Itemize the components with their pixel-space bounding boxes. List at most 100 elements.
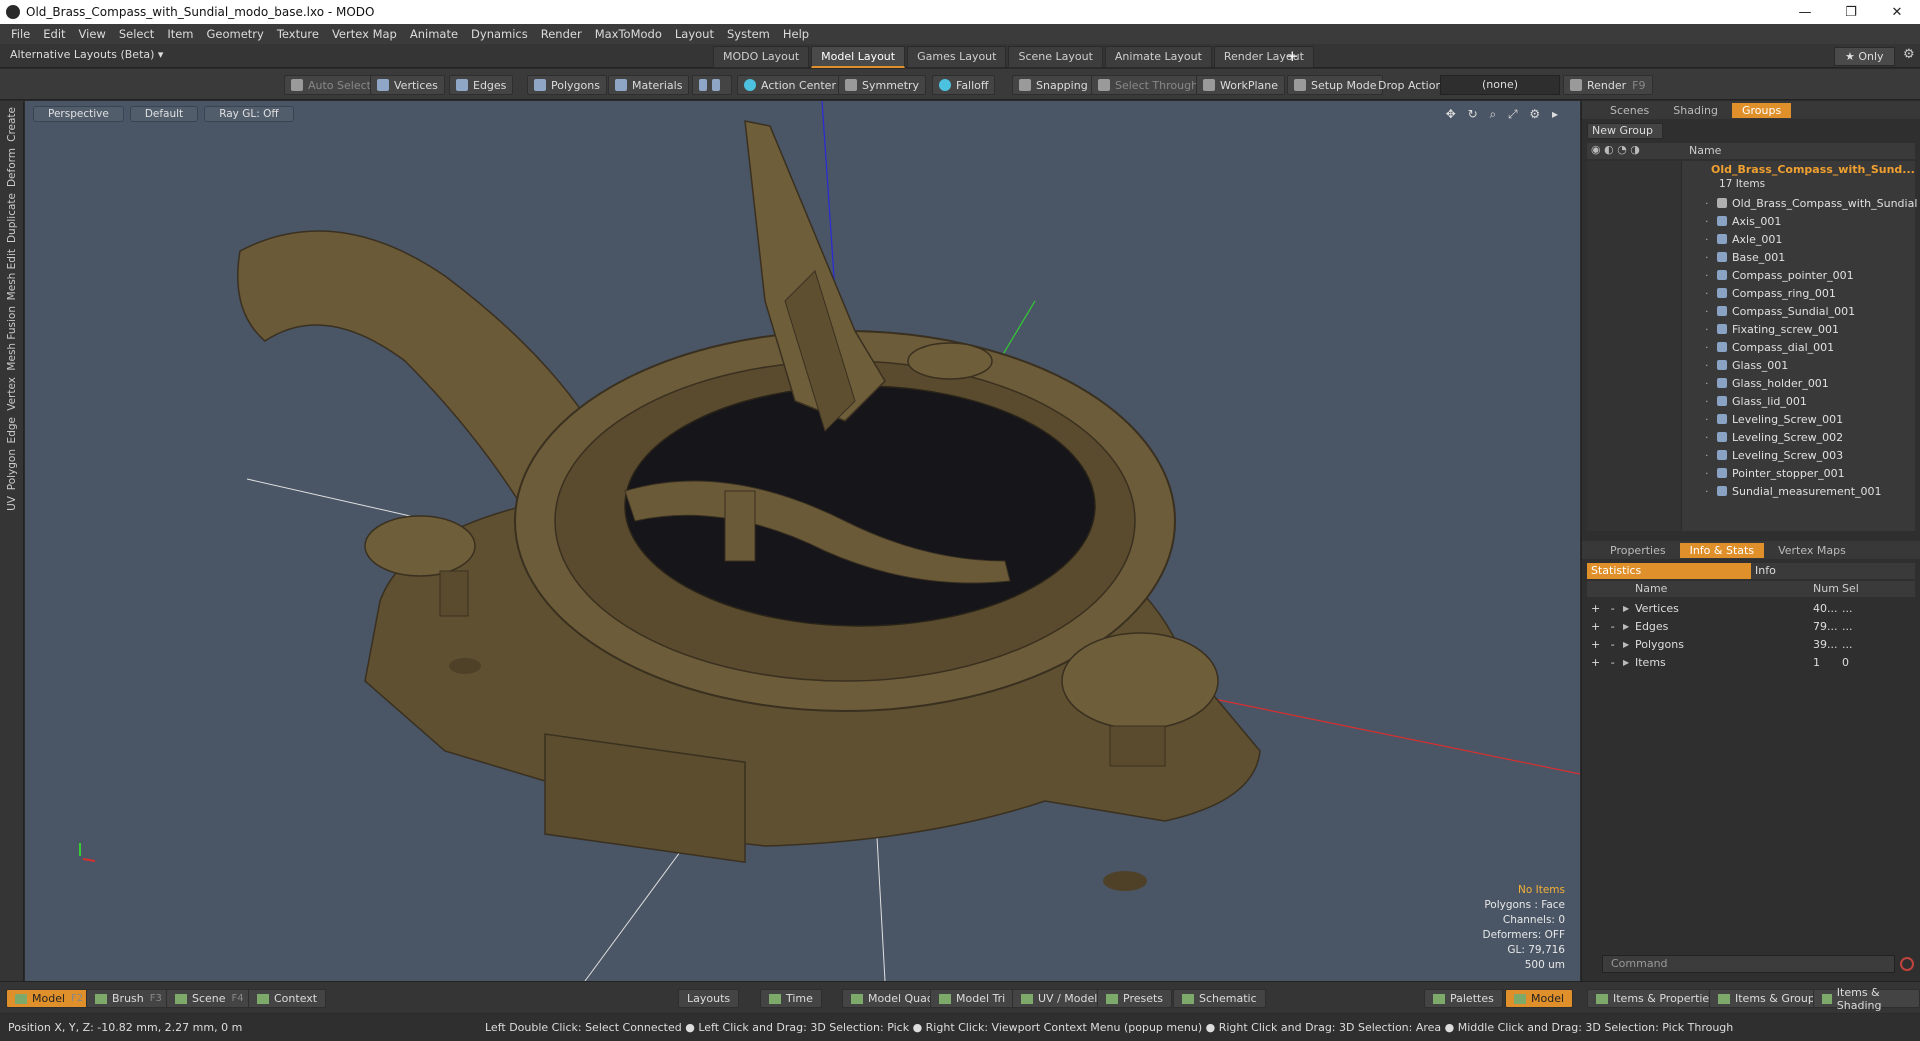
root-group[interactable]: Old_Brass_Compass_with_Sund... [1711,163,1915,176]
schematic-button[interactable]: Schematic [1173,989,1266,1008]
items-shading-button[interactable]: Items & Shading [1813,986,1920,1012]
tree-item[interactable]: · Axle_001 [1705,230,1917,248]
close-button[interactable]: ✕ [1874,0,1920,24]
plus-minus-icon[interactable]: + - [1591,602,1615,615]
render-button[interactable]: Render F9 [1563,75,1653,95]
3d-viewport[interactable]: Perspective Default Ray GL: Off ✥ ↻ ⌕ ⤢ … [25,101,1580,981]
tab-groups[interactable]: Groups [1731,102,1792,118]
selection-sets-button[interactable] [692,75,732,95]
tab-model-layout[interactable]: Model Layout [811,46,906,68]
tab-shading[interactable]: Shading [1663,103,1728,118]
tree-item[interactable]: · Leveling_Screw_001 [1705,410,1917,428]
plus-minus-icon[interactable]: + - [1591,638,1615,651]
model-mode-button[interactable]: Model F2 [6,989,93,1008]
tab-vertex-maps[interactable]: Vertex Maps [1768,543,1856,558]
tab-scene-layout[interactable]: Scene Layout [1008,46,1103,68]
new-group-button[interactable]: New Group [1587,123,1663,139]
raygl-toggle[interactable]: Ray GL: Off [204,106,294,122]
tree-item[interactable]: · Compass_pointer_001 [1705,266,1917,284]
tab-info[interactable]: Info [1751,563,1915,579]
items-properties-button[interactable]: Items & Properties [1587,989,1724,1008]
tree-item[interactable]: · Glass_holder_001 [1705,374,1917,392]
model-tab-button[interactable]: Model [1505,989,1574,1008]
setup-mode-button[interactable]: Setup Mode [1287,75,1384,95]
tab-edge[interactable]: Edge [6,417,18,443]
symmetry-button[interactable]: Symmetry [838,75,927,95]
scene-mode-button[interactable]: Scene F4 [166,989,253,1008]
plus-minus-icon[interactable]: + - [1591,620,1615,633]
table-row[interactable]: + - ▶ Edges 79...... [1587,617,1915,635]
auto-select-button[interactable]: Auto Select [284,75,378,95]
tree-item[interactable]: · Pointer_stopper_001 [1705,464,1917,482]
select-through-button[interactable]: Select Through [1091,75,1206,95]
command-history-icon[interactable] [1900,957,1914,971]
workplane-button[interactable]: WorkPlane [1196,75,1286,95]
tree-item[interactable]: · Compass_ring_001 [1705,284,1917,302]
tab-animate-layout[interactable]: Animate Layout [1104,46,1212,68]
table-row[interactable]: + - ▶ Vertices 40...... [1587,599,1915,617]
tab-deform[interactable]: Deform [6,148,18,187]
model-quad-button[interactable]: Model Quad [842,989,943,1008]
shading-dropdown[interactable]: Default [129,106,199,122]
menu-item[interactable]: Item [167,27,193,41]
tab-statistics[interactable]: Statistics [1587,563,1751,579]
items-groups-button[interactable]: Items & Groups [1709,989,1830,1008]
menu-maxtomodo[interactable]: MaxToModo [595,27,662,41]
only-toggle[interactable]: ★ Only [1834,47,1895,66]
tree-item[interactable]: · Base_001 [1705,248,1917,266]
context-button[interactable]: Context [248,989,327,1008]
gear-icon[interactable]: ⚙ [1903,47,1915,62]
viewport-nav-icons[interactable]: ✥ ↻ ⌕ ⤢ ⚙ ▸ [1446,107,1562,122]
command-input[interactable]: Command [1602,955,1895,973]
menu-vertex-map[interactable]: Vertex Map [332,27,397,41]
drop-action-select[interactable]: (none) [1440,75,1560,95]
menu-help[interactable]: Help [783,27,809,41]
tree-item[interactable]: · Axis_001 [1705,212,1917,230]
tree-item[interactable]: · Glass_lid_001 [1705,392,1917,410]
plus-minus-icon[interactable]: + - [1591,656,1615,669]
tab-render-layout[interactable]: Render Layout [1213,46,1314,68]
tab-mesh-edit[interactable]: Mesh Edit [6,249,18,300]
menu-render[interactable]: Render [541,27,582,41]
tree-item[interactable]: · Leveling_Screw_003 [1705,446,1917,464]
model-tri-button[interactable]: Model Tri [930,989,1015,1008]
edges-button[interactable]: Edges [449,75,514,95]
presets-button[interactable]: Presets [1097,989,1173,1008]
tree-item[interactable]: · Glass_001 [1705,356,1917,374]
maximize-button[interactable]: ❐ [1828,0,1874,24]
tab-vertex[interactable]: Vertex [6,377,18,411]
tab-mesh-fusion[interactable]: Mesh Fusion [6,306,18,371]
expand-arrow-icon[interactable]: ▶ [1623,622,1629,631]
tab-properties[interactable]: Properties [1600,543,1676,558]
layouts-button[interactable]: Layouts [678,989,740,1008]
vertices-button[interactable]: Vertices [370,75,445,95]
tree-item[interactable]: · Compass_dial_001 [1705,338,1917,356]
action-center-button[interactable]: Action Center [737,75,843,95]
expand-arrow-icon[interactable]: ▶ [1623,604,1629,613]
menu-system[interactable]: System [727,27,770,41]
tree-item[interactable]: · Compass_Sundial_001 [1705,302,1917,320]
palettes-button[interactable]: Palettes [1424,989,1503,1008]
alternative-layouts-dropdown[interactable]: Alternative Layouts (Beta) ▾ [10,48,163,61]
menu-edit[interactable]: Edit [43,27,65,41]
menu-file[interactable]: File [11,27,30,41]
materials-button[interactable]: Materials [608,75,690,95]
menu-select[interactable]: Select [119,27,154,41]
menu-dynamics[interactable]: Dynamics [471,27,528,41]
table-row[interactable]: + - ▶ Polygons 39...... [1587,635,1915,653]
tab-scenes[interactable]: Scenes [1600,103,1659,118]
menu-view[interactable]: View [79,27,106,41]
tab-info-stats[interactable]: Info & Stats [1679,542,1765,558]
tab-modo-layout[interactable]: MODO Layout [713,46,810,68]
tab-create[interactable]: Create [6,107,18,142]
brush-mode-button[interactable]: Brush F3 [86,989,171,1008]
polygons-button[interactable]: Polygons [527,75,607,95]
expand-arrow-icon[interactable]: ▶ [1623,658,1629,667]
time-button[interactable]: Time [760,989,822,1008]
expand-arrow-icon[interactable]: ▶ [1623,640,1629,649]
tab-games-layout[interactable]: Games Layout [907,46,1007,68]
table-row[interactable]: + - ▶ Items 1 0 [1587,653,1915,671]
snapping-button[interactable]: Snapping [1012,75,1095,95]
tab-polygon[interactable]: Polygon [6,449,18,490]
uv-model-button[interactable]: UV / Model [1012,989,1107,1008]
